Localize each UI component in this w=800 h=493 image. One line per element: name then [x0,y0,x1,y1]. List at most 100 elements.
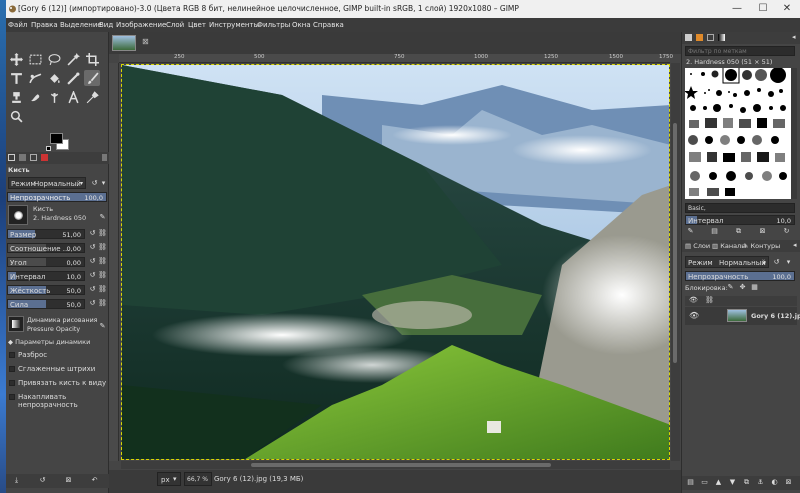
restore-options-icon[interactable]: ↺ [38,476,47,485]
hardness-link-icon[interactable]: ⛓ [98,285,107,294]
force-reset-icon[interactable]: ↺ [88,299,97,308]
zoom-select[interactable]: 66,7 % [184,472,212,486]
color-picker-tool-icon[interactable] [84,89,100,105]
angle-reset-icon[interactable]: ↺ [88,257,97,266]
spacing-link-icon[interactable]: ⛓ [98,271,107,280]
mask-layer-icon[interactable]: ◐ [770,478,779,487]
force-slider[interactable]: Сила 50,0 [7,299,85,309]
anchor-layer-icon[interactable]: ⚓ [756,478,765,487]
menu-layer[interactable]: Слой [166,21,184,29]
default-colors-icon[interactable] [46,146,51,151]
menu-tools[interactable]: Инструменты [209,21,259,29]
brush-tag-filter[interactable] [685,46,795,56]
fuzzy-select-tool-icon[interactable] [65,51,81,67]
spacing-slider[interactable]: Интервал 10,0 [7,271,85,281]
brush-spacing-slider[interactable]: Интервал 10,0 [685,215,795,225]
incremental-checkbox[interactable] [9,394,15,400]
move-tool-icon[interactable] [8,51,24,67]
layer-row[interactable]: 👁 Gory 6 (12).jpg [685,307,800,325]
mode-chevron-icon[interactable]: ▾ [99,179,108,188]
maximize-button[interactable]: ☐ [750,2,776,16]
aspect-reset-icon[interactable]: ↺ [88,243,97,252]
new-layer-icon[interactable]: ▤ [686,478,695,487]
save-options-icon[interactable]: ⤓ [12,476,21,485]
delete-brush-icon[interactable]: ⊠ [758,227,767,236]
hardness-slider[interactable]: Жёсткость 50,0 [7,285,85,295]
reset-options-icon[interactable]: ↶ [90,476,99,485]
menu-file[interactable]: Файл [8,21,27,29]
mode-select[interactable]: Режим Нормальный ▾ [8,177,86,189]
rect-select-tool-icon[interactable] [27,51,43,67]
image-canvas[interactable] [121,64,670,460]
zoom-tool-icon[interactable] [8,108,24,124]
raise-layer-icon[interactable]: ▲ [714,478,723,487]
layer-mode-reset-icon[interactable]: ↺ [772,258,781,267]
layer-mode-chevron-icon[interactable]: ▾ [784,258,793,267]
edit-brush-icon[interactable]: ✎ [98,213,107,222]
paths-tool-icon[interactable] [46,89,62,105]
brushes-tab-icon[interactable] [685,34,692,41]
horizontal-scrollbar[interactable] [121,461,670,469]
brush-grid[interactable] [684,66,791,199]
clone-tool-icon[interactable] [8,89,24,105]
size-link-icon[interactable]: ⛓ [98,229,107,238]
duplicate-layer-icon[interactable]: ⧉ [742,478,751,487]
vertical-scrollbar[interactable] [671,63,680,461]
text-tool-icon[interactable] [65,89,81,105]
undo-history-tab-icon[interactable] [30,154,37,161]
dock-menu-icon[interactable]: ◂ [792,33,796,41]
blend-tool-icon[interactable] [65,70,81,86]
close-tab-icon[interactable]: ⊠ [142,37,149,46]
minimize-button[interactable]: — [724,2,750,16]
unified-transform-tool-icon[interactable] [8,70,24,86]
tab-layers[interactable]: ▤ Слои [685,242,710,250]
menu-select[interactable]: Выделение [60,21,102,29]
menu-image[interactable]: Изображение [116,21,166,29]
bucket-fill-tool-icon[interactable] [46,70,62,86]
brush-tags-field[interactable] [685,203,795,213]
layer-opacity-slider[interactable]: Непрозрачность 100,0 [685,271,795,281]
device-status-tab-icon[interactable] [19,154,26,161]
foreground-color-swatch[interactable] [50,133,63,144]
smudge-tool-icon[interactable] [27,89,43,105]
lock-brush-checkbox[interactable] [9,380,15,386]
hardness-reset-icon[interactable]: ↺ [88,285,97,294]
lasso-tool-icon[interactable] [46,51,62,67]
warp-transform-tool-icon[interactable] [27,70,43,86]
dynamics-options-expander[interactable]: ◆ Параметры динамики [8,338,90,346]
angle-slider[interactable]: Угол 0,00 [7,257,85,267]
aspect-slider[interactable]: Соотношение ... 0,00 [7,243,85,253]
reset-mode-icon[interactable]: ↺ [90,179,99,188]
edit-brush-dock-icon[interactable]: ✎ [686,227,695,236]
image-tab-thumbnail[interactable] [112,35,136,51]
paintbrush-tool-icon[interactable] [84,70,100,86]
size-reset-icon[interactable]: ↺ [88,229,97,238]
angle-link-icon[interactable]: ⛓ [98,257,107,266]
lower-layer-icon[interactable]: ▼ [728,478,737,487]
layers-menu-icon[interactable]: ◂ [793,241,797,249]
tab-menu-icon[interactable] [102,154,107,161]
layer-mode-select[interactable]: Режим Нормальный ▾ [685,256,769,268]
fonts-tab-icon[interactable] [707,34,714,41]
images-tab-icon[interactable] [41,154,48,161]
menu-windows[interactable]: Окна [292,21,311,29]
force-link-icon[interactable]: ⛓ [98,299,107,308]
brush-grid-scrollbar[interactable] [791,68,797,199]
tool-options-tab-icon[interactable] [8,154,15,161]
dynamics-preview-icon[interactable] [8,316,24,332]
lock-position-icon[interactable]: ✥ [738,283,747,292]
brush-preview[interactable] [8,205,28,225]
refresh-brushes-icon[interactable]: ↻ [782,227,791,236]
gradients-tab-icon[interactable] [718,34,725,41]
size-slider[interactable]: Размер 51,00 [7,229,85,239]
delete-layer-icon[interactable]: ⊠ [784,478,793,487]
smooth-checkbox[interactable] [9,366,15,372]
patterns-tab-icon[interactable] [696,34,703,41]
edit-dynamics-icon[interactable]: ✎ [98,322,107,331]
duplicate-brush-icon[interactable]: ⧉ [734,227,743,236]
close-button[interactable]: ✕ [774,2,800,16]
tab-paths[interactable]: ✎ Контуры [743,242,780,250]
new-brush-icon[interactable]: ▤ [710,227,719,236]
menu-color[interactable]: Цвет [188,21,206,29]
spacing-reset-icon[interactable]: ↺ [88,271,97,280]
